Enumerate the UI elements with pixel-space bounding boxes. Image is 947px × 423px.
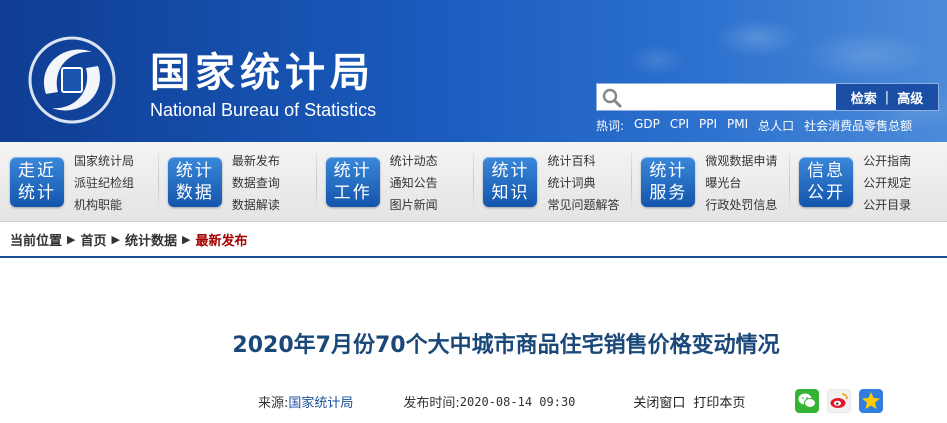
article-meta: 来源: 国家统计局 发布时间: 2020-08-14 09:30 关闭窗口 打印… (258, 392, 745, 412)
nav-badge-data[interactable]: 统计 数据 (167, 157, 222, 207)
hotwords-label: 热词: (596, 119, 625, 133)
nbs-emblem-icon[interactable] (26, 34, 118, 126)
nav-group-service: 统计 服务 微观数据申请 曝光台 行政处罚信息 (631, 142, 789, 222)
hotwords-bar: 热词: GDP CPI PPI PMI 总人口 社会消费品零售总额 (596, 117, 912, 134)
close-window-button[interactable]: 关闭窗口 (633, 392, 685, 411)
search-input[interactable] (627, 86, 832, 108)
nav-link-disclosure-rules[interactable]: 公开规定 (863, 174, 911, 191)
wechat-icon[interactable] (795, 389, 819, 413)
nav-badge-line: 服务 (649, 183, 688, 203)
chevron-right-icon: ▶ (111, 232, 120, 246)
nav-links-about: 国家统计局 派驻纪检组 机构职能 (74, 152, 134, 213)
site-title-en: National Bureau of Statistics (150, 100, 377, 120)
site-title-cn: 国家统计局 (150, 50, 375, 96)
publish-time: 2020-08-14 09:30 (459, 394, 576, 409)
nav-links-data: 最新发布 数据查询 数据解读 (232, 152, 280, 213)
search-buttons: 检索 | 高级 (836, 84, 938, 110)
nav-link-dictionary[interactable]: 统计词典 (547, 174, 619, 191)
breadcrumb-current[interactable]: 最新发布 (195, 230, 247, 249)
nav-group-knowledge: 统计 知识 统计百科 统计词典 常见问题解答 (473, 142, 631, 222)
nav-badge-disclosure[interactable]: 信息 公开 (799, 157, 854, 207)
nav-link-latest-release[interactable]: 最新发布 (232, 152, 280, 169)
nav-link-notices[interactable]: 通知公告 (390, 174, 438, 191)
nav-group-disclosure: 信息 公开 公开指南 公开规定 公开目录 (789, 142, 947, 222)
nav-group-data: 统计 数据 最新发布 数据查询 数据解读 (157, 142, 316, 222)
nav-badge-line: 统计 (649, 161, 688, 181)
nav-links-work: 统计动态 通知公告 图片新闻 (390, 152, 438, 213)
nav-link-exposure[interactable]: 曝光台 (705, 174, 777, 191)
hotword-gdp[interactable]: GDP (634, 117, 660, 134)
nav-group-work: 统计 工作 统计动态 通知公告 图片新闻 (315, 142, 474, 222)
nav-badge-line: 统计 (491, 161, 530, 181)
search-separator: | (884, 89, 890, 105)
hotword-population[interactable]: 总人口 (758, 117, 794, 134)
breadcrumb-label: 当前位置 (10, 233, 63, 249)
source-label: 来源: (258, 396, 289, 411)
breadcrumb-home[interactable]: 首页 (80, 230, 106, 249)
hotword-pmi[interactable]: PMI (727, 117, 748, 134)
nav-badge-line: 统计 (333, 161, 372, 181)
nav-badge-line: 信息 (807, 161, 846, 181)
hotword-ppi[interactable]: PPI (699, 117, 717, 134)
hotword-cpi[interactable]: CPI (670, 117, 689, 134)
nav-link-disclosure-catalog[interactable]: 公开目录 (863, 196, 911, 213)
nav-badge-line: 统计 (18, 183, 56, 203)
nav-link-penalties[interactable]: 行政处罚信息 (705, 196, 777, 213)
nav-link-disclosure-guide[interactable]: 公开指南 (863, 152, 911, 169)
nav-link-photo-news[interactable]: 图片新闻 (390, 196, 438, 213)
qzone-icon[interactable] (859, 389, 883, 413)
nav-links-service: 微观数据申请 曝光台 行政处罚信息 (705, 152, 777, 213)
chevron-right-icon: ▶ (181, 232, 191, 246)
chevron-right-icon: ▶ (67, 232, 76, 246)
nav-link-data-interpretation[interactable]: 数据解读 (232, 196, 280, 213)
nav-links-disclosure: 公开指南 公开规定 公开目录 (863, 152, 911, 213)
article-title: 2020年7月份70个大中城市商品住宅销售价格变动情况 (232, 333, 780, 358)
breadcrumb: 当前位置 ▶ 首页 ▶ 统计数据 ▶ 最新发布 (0, 222, 947, 258)
nav-link-news[interactable]: 统计动态 (390, 152, 438, 169)
nav-link-nbs[interactable]: 国家统计局 (74, 152, 134, 169)
search-icon (602, 88, 622, 108)
nav-badge-line: 知识 (491, 183, 530, 203)
weibo-icon[interactable] (827, 389, 851, 413)
nav-badge-line: 走近 (18, 161, 56, 181)
print-page-button[interactable]: 打印本页 (693, 392, 745, 411)
site-header: 国家统计局 National Bureau of Statistics 检索 |… (0, 0, 947, 142)
nav-link-faq[interactable]: 常见问题解答 (547, 196, 619, 213)
nav-badge-line: 数据 (175, 183, 214, 203)
nav-badge-line: 工作 (333, 183, 372, 203)
nav-badge-service[interactable]: 统计 服务 (641, 157, 696, 207)
main-nav: 走近 统计 国家统计局 派驻纪检组 机构职能 统计 数据 最新发布 数据查询 数… (0, 142, 947, 222)
nav-link-microdata[interactable]: 微观数据申请 (705, 152, 777, 169)
nav-badge-line: 公开 (807, 183, 846, 203)
nav-link-discipline-group[interactable]: 派驻纪检组 (74, 174, 134, 191)
nav-link-functions[interactable]: 机构职能 (74, 196, 134, 213)
nav-badge-line: 统计 (175, 161, 214, 181)
hotword-retail-sales[interactable]: 社会消费品零售总额 (804, 117, 912, 134)
advanced-search-button[interactable]: 高级 (897, 88, 923, 107)
publish-time-label: 发布时间: (403, 396, 460, 411)
source-link[interactable]: 国家统计局 (288, 392, 353, 411)
nav-badge-about[interactable]: 走近 统计 (10, 157, 64, 207)
nav-badge-knowledge[interactable]: 统计 知识 (483, 157, 538, 207)
breadcrumb-statistics[interactable]: 统计数据 (125, 230, 177, 249)
nav-link-encyclopedia[interactable]: 统计百科 (547, 152, 619, 169)
nav-group-about: 走近 统计 国家统计局 派驻纪检组 机构职能 (0, 142, 158, 222)
nav-links-knowledge: 统计百科 统计词典 常见问题解答 (547, 152, 619, 213)
nav-badge-work[interactable]: 统计 工作 (325, 157, 380, 207)
search-button[interactable]: 检索 (851, 88, 877, 107)
nav-link-data-query[interactable]: 数据查询 (232, 174, 280, 191)
search-bar: 检索 | 高级 (596, 83, 939, 111)
share-bar (795, 389, 883, 413)
